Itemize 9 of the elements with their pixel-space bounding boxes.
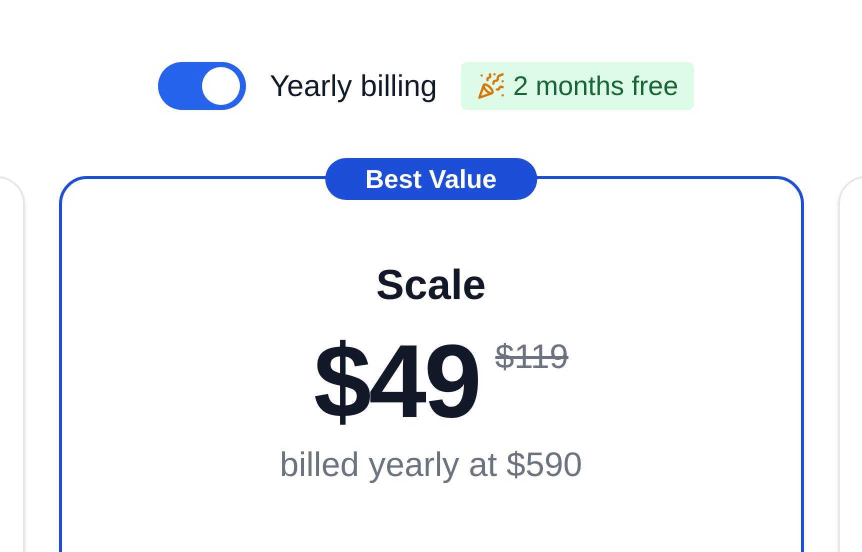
best-value-badge: Best Value [325, 158, 537, 200]
billing-note: billed yearly at $590 [280, 445, 582, 486]
promo-text: 2 months free [513, 70, 678, 103]
party-popper-icon [477, 72, 506, 100]
billing-toggle[interactable] [158, 62, 246, 110]
plan-name: Scale [376, 264, 486, 306]
plan-price: $49 [314, 330, 480, 434]
toggle-label: Yearly billing [270, 68, 438, 104]
old-price: $119 [495, 337, 568, 378]
